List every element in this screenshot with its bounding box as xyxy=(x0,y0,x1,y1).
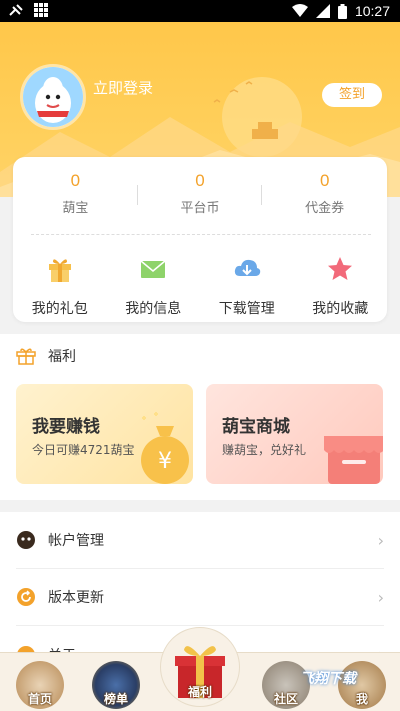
quick-links: 我的礼包 我的信息 下载管理 我的收藏 xyxy=(13,254,387,318)
cloud-download-icon xyxy=(234,259,260,276)
earn-title: 我要赚钱 xyxy=(32,417,100,437)
stat-voucher[interactable]: 0 代金券 xyxy=(262,171,387,221)
stat-platform-coin[interactable]: 0 平台币 xyxy=(138,171,263,221)
watermark: 飞翔下载 xyxy=(300,671,356,687)
quick-link-my-info[interactable]: 我的信息 xyxy=(107,254,201,318)
menu-item-account-management[interactable]: 帐户管理 › xyxy=(16,512,384,569)
stat-value: 0 xyxy=(70,171,81,190)
quick-link-label: 我的信息 xyxy=(125,301,182,317)
star-icon xyxy=(328,257,353,280)
menu-item-label: 帐户管理 xyxy=(48,533,104,549)
nav-ranking[interactable]: 榜单 xyxy=(92,661,140,709)
nav-label: 榜单 xyxy=(103,692,128,706)
stat-label: 平台币 xyxy=(180,201,220,216)
user-avatar[interactable] xyxy=(20,64,86,130)
stat-value: 0 xyxy=(195,171,205,190)
earn-money-card[interactable]: 我要赚钱 今日可赚4721葫宝 ¥ xyxy=(16,384,193,484)
status-bar: 10:27 xyxy=(0,0,400,22)
nav-label: 首页 xyxy=(27,692,52,706)
stats-row: 0 葫宝 0 平台币 0 代金券 xyxy=(13,171,387,221)
menu-item-label: 版本更新 xyxy=(48,590,104,606)
welfare-title: 福利 xyxy=(48,349,76,365)
mall-subtitle: 赚葫宝，兑好礼 xyxy=(222,443,307,457)
svg-text:¥: ¥ xyxy=(158,449,172,474)
quick-link-download-manager[interactable]: 下载管理 xyxy=(200,254,294,318)
welfare-section: 福利 我要赚钱 今日可赚4721葫宝 ¥ 葫宝商城 赚葫宝，兑好礼 xyxy=(0,334,400,500)
battery-icon xyxy=(337,3,347,19)
status-time: 10:27 xyxy=(354,3,390,19)
stat-hubao[interactable]: 0 葫宝 xyxy=(13,171,138,221)
login-link[interactable]: 立即登录 xyxy=(93,77,153,98)
chevron-right-icon: › xyxy=(377,530,384,550)
earn-subtitle: 今日可赚4721葫宝 xyxy=(32,443,135,457)
nav-label: 社区 xyxy=(273,692,298,706)
quick-link-favorites[interactable]: 我的收藏 xyxy=(294,254,388,318)
update-icon xyxy=(17,588,35,606)
mail-icon xyxy=(140,260,166,278)
nav-label: 我 xyxy=(355,692,368,706)
account-icon xyxy=(17,531,35,549)
gift-icon xyxy=(48,259,71,282)
wifi-icon xyxy=(291,4,308,17)
account-card: 0 葫宝 0 平台币 0 代金券 我的礼包 我的信息 下载管理 我的收藏 xyxy=(13,157,387,322)
welfare-header: 福利 xyxy=(16,346,76,366)
grid-icon xyxy=(34,3,48,17)
dashed-divider xyxy=(31,234,371,235)
nav-home[interactable]: 首页 xyxy=(16,661,64,709)
quick-link-label: 下载管理 xyxy=(218,301,275,317)
chevron-right-icon: › xyxy=(377,587,384,607)
checkin-button[interactable]: 签到 xyxy=(322,83,382,107)
quick-link-my-gifts[interactable]: 我的礼包 xyxy=(13,254,107,318)
nav-label: 福利 xyxy=(187,685,212,699)
mall-title: 葫宝商城 xyxy=(222,417,290,437)
signal-icon xyxy=(315,4,330,18)
quick-link-label: 我的礼包 xyxy=(31,301,88,317)
mascot-avatar-icon xyxy=(23,67,83,127)
satellite-icon xyxy=(9,4,23,16)
shop-awning-icon xyxy=(324,436,383,484)
money-bag-icon: ¥ xyxy=(141,412,189,484)
stat-label: 代金券 xyxy=(305,201,345,216)
stat-value: 0 xyxy=(319,171,330,190)
menu-item-version-update[interactable]: 版本更新 › xyxy=(16,569,384,626)
stat-label: 葫宝 xyxy=(62,201,89,216)
gift-outline-icon xyxy=(16,348,36,365)
hubao-mall-card[interactable]: 葫宝商城 赚葫宝，兑好礼 xyxy=(206,384,383,484)
quick-link-label: 我的收藏 xyxy=(312,301,369,317)
nav-welfare[interactable]: 福利 xyxy=(172,638,228,704)
